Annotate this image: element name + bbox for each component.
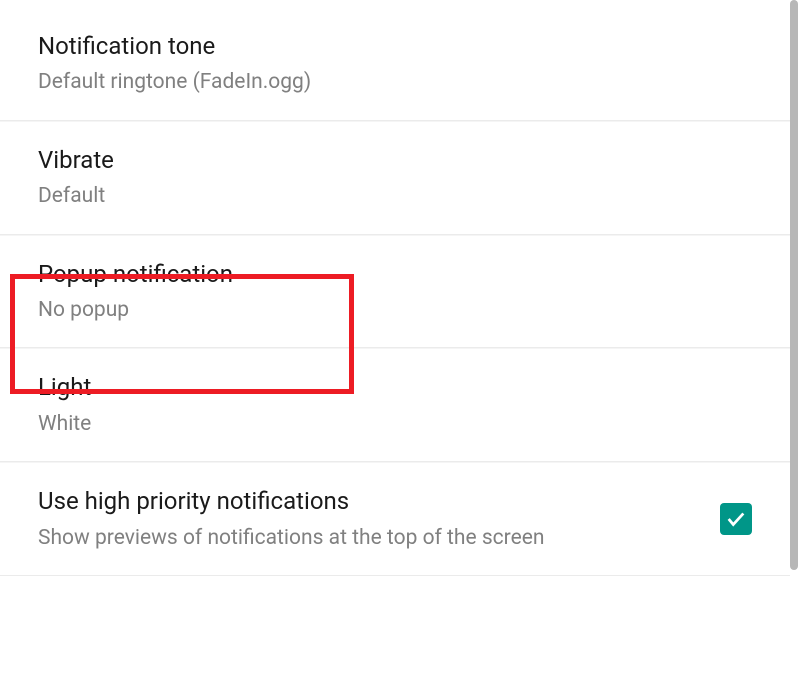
checkmark-icon (725, 508, 747, 530)
setting-subtitle: Default (38, 182, 752, 211)
setting-high-priority-notifications[interactable]: Use high priority notifications Show pre… (0, 462, 790, 576)
setting-title: Popup notification (38, 258, 752, 290)
setting-text: Popup notification No popup (38, 258, 752, 326)
setting-subtitle: No popup (38, 296, 752, 325)
setting-popup-notification[interactable]: Popup notification No popup (0, 235, 790, 349)
setting-subtitle: Default ringtone (FadeIn.ogg) (38, 68, 752, 97)
setting-title: Use high priority notifications (38, 485, 704, 517)
setting-text: Light White (38, 371, 752, 439)
setting-title: Vibrate (38, 144, 752, 176)
setting-text: Notification tone Default ringtone (Fade… (38, 30, 752, 98)
setting-vibrate[interactable]: Vibrate Default (0, 121, 790, 235)
setting-text: Vibrate Default (38, 144, 752, 212)
setting-text: Use high priority notifications Show pre… (38, 485, 704, 553)
scrollbar[interactable] (790, 0, 798, 570)
setting-subtitle: Show previews of notifications at the to… (38, 524, 704, 553)
setting-subtitle: White (38, 410, 752, 439)
setting-notification-tone[interactable]: Notification tone Default ringtone (Fade… (0, 0, 790, 121)
setting-title: Light (38, 371, 752, 403)
setting-title: Notification tone (38, 30, 752, 62)
high-priority-checkbox[interactable] (720, 503, 752, 535)
settings-list: Notification tone Default ringtone (Fade… (0, 0, 790, 576)
setting-light[interactable]: Light White (0, 348, 790, 462)
